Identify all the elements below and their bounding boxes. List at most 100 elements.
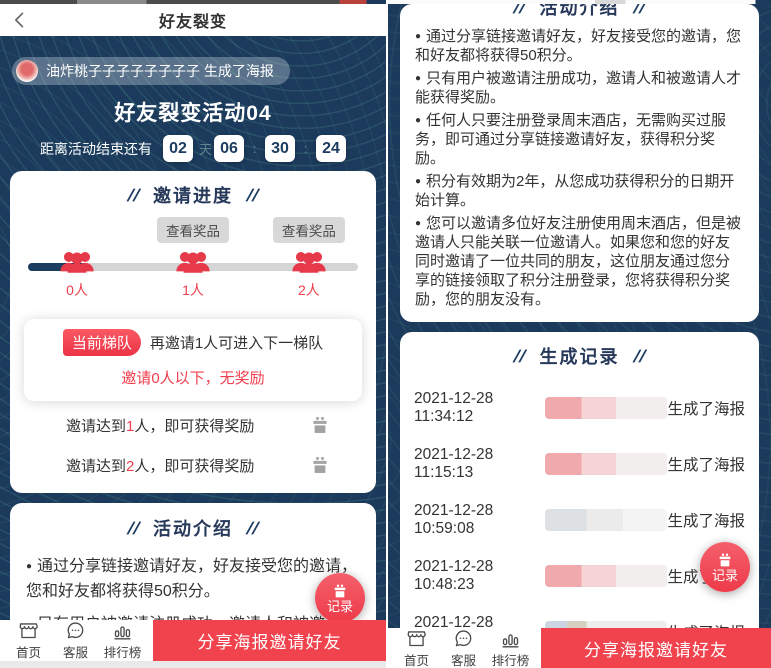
tab-home-label: 首页 bbox=[16, 642, 41, 661]
chevron-left-icon bbox=[10, 10, 30, 30]
intro-bullets: ●通过分享链接邀请好友，好友接受您的邀请，您和好友都将获得50积分。 ●只有用户… bbox=[26, 554, 360, 620]
shop-icon bbox=[406, 628, 427, 649]
tab-ranking-label: 排行榜 bbox=[492, 650, 530, 668]
records-float-label: 记录 bbox=[327, 599, 353, 614]
record-row: 2021-12-28 10:42:46 生成了海报 bbox=[414, 614, 745, 628]
tab-ranking-label: 排行榜 bbox=[104, 642, 142, 661]
chat-bubble-icon bbox=[453, 628, 474, 649]
tab-bar: 首页 客服 排行榜 分享海报邀请好友 bbox=[0, 620, 386, 661]
title-deco-icon: // bbox=[245, 516, 261, 542]
record-row: 2021-12-28 11:15:13 生成了海报 bbox=[414, 446, 745, 482]
card-title-row: // 活动介绍 // bbox=[26, 516, 360, 542]
scroll-area-left: 油炸桃子子子子子子子子 生成了海报 好友裂变活动04 距离活动结束还有 02 天… bbox=[0, 36, 386, 620]
app-bar: 好友裂变 bbox=[0, 4, 386, 36]
people-group-icon bbox=[291, 248, 327, 275]
people-group-icon bbox=[59, 248, 95, 275]
card-title-row: // 生成记录 // bbox=[414, 344, 745, 370]
milestone-label-2: 2人 bbox=[298, 280, 320, 300]
reward-row: 邀请达到1人，即可获得奖励 bbox=[10, 405, 376, 445]
tab-support[interactable]: 客服 bbox=[52, 620, 99, 661]
bar-chart-icon bbox=[500, 628, 521, 649]
tab-home-label: 首页 bbox=[404, 650, 429, 668]
record-time: 2021-12-28 10:59:08 bbox=[414, 502, 545, 538]
tab-home[interactable]: 首页 bbox=[5, 620, 52, 661]
title-deco-icon: // bbox=[245, 183, 261, 209]
records-float-button[interactable]: 记录 bbox=[315, 573, 365, 620]
title-deco-icon: // bbox=[631, 344, 647, 370]
bottom-edge-strip bbox=[0, 661, 386, 668]
tier-row: 当前梯队 再邀请1人可进入下一梯队 bbox=[30, 329, 356, 356]
intro-bullet: ●积分有效期为2年，从您成功获得积分的日期开始计算。 bbox=[415, 172, 744, 210]
intro-bullet: ●任何人只要注册登录周末酒店，无需购买过服务，即可通过分享链接邀请好友，获得积分… bbox=[415, 111, 744, 168]
countdown-sep-days: 天 bbox=[199, 139, 208, 158]
countdown-hours: 06 bbox=[214, 135, 244, 162]
activity-title: 好友裂变活动04 bbox=[0, 97, 386, 127]
milestone-label-1: 1人 bbox=[182, 280, 204, 300]
intro-bullet: ●只有用户被邀请注册成功，邀请人和被邀请人才能获得奖励。 bbox=[415, 69, 744, 107]
intro-bullet: ●通过分享链接邀请好友，好友接受您的邀请，您和好友都将获得50积分。 bbox=[26, 554, 360, 604]
countdown: 距离活动结束还有 02 天 06 : 30 : 24 bbox=[0, 135, 386, 162]
countdown-minutes: 30 bbox=[265, 135, 295, 162]
chat-bubble-icon bbox=[65, 620, 86, 641]
redacted-username bbox=[545, 565, 668, 587]
tab-bar: 首页 客服 排行榜 分享海报邀请好友 bbox=[388, 628, 771, 668]
stage: 好友裂变 油炸桃子子子子子子子子 生成了海报 好友裂变活动04 距离活动结束还有… bbox=[0, 0, 771, 668]
redacted-username bbox=[545, 509, 668, 531]
tab-home[interactable]: 首页 bbox=[393, 628, 440, 668]
view-prize-button-1[interactable]: 查看奖品 bbox=[157, 217, 229, 243]
view-prize-button-2[interactable]: 查看奖品 bbox=[273, 217, 345, 243]
generation-records-card: // 生成记录 // 2021-12-28 11:34:12 生成了海报 202… bbox=[400, 332, 759, 628]
milestone-track: 查看奖品 查看奖品 0人 1人 2 bbox=[32, 217, 354, 307]
notice-text: 油炸桃子子子子子子子子 生成了海报 bbox=[46, 61, 274, 81]
title-deco-icon: // bbox=[631, 4, 647, 21]
records-float-label: 记录 bbox=[712, 568, 738, 583]
avatar bbox=[16, 60, 38, 82]
intro-bullets: ●通过分享链接邀请好友，好友接受您的邀请，您和好友都将获得50积分。 ●只有用户… bbox=[415, 27, 744, 309]
tab-support[interactable]: 客服 bbox=[440, 628, 487, 668]
records-card-title: 生成记录 bbox=[540, 344, 620, 370]
share-poster-button[interactable]: 分享海报邀请好友 bbox=[153, 620, 386, 661]
record-row: 2021-12-28 11:34:12 生成了海报 bbox=[414, 390, 745, 426]
record-time: 2021-12-28 10:48:23 bbox=[414, 558, 545, 594]
tab-ranking[interactable]: 排行榜 bbox=[99, 620, 146, 661]
title-deco-icon: // bbox=[125, 516, 141, 542]
record-row: 2021-12-28 10:48:23 生成了海报 bbox=[414, 558, 745, 594]
milestone-label-0: 0人 bbox=[66, 280, 88, 300]
intro-bullet: ●只有用户被邀请注册成功，邀请人和被邀请人才能获得奖励。 bbox=[26, 612, 360, 620]
tab-support-label: 客服 bbox=[63, 642, 88, 661]
people-group-icon bbox=[175, 248, 211, 275]
activity-intro-card: // 活动介绍 // ●通过分享链接邀请好友，好友接受您的邀请，您和好友都将获得… bbox=[400, 4, 759, 322]
current-tier-badge: 当前梯队 bbox=[63, 329, 141, 356]
title-deco-icon: // bbox=[512, 4, 528, 21]
screen-left: 好友裂变 油炸桃子子子子子子子子 生成了海报 好友裂变活动04 距离活动结束还有… bbox=[0, 0, 386, 668]
reward-text: 邀请达到1人，即可获得奖励 bbox=[66, 415, 254, 436]
marquee-notice: 油炸桃子子子子子子子子 生成了海报 bbox=[12, 57, 290, 85]
bar-chart-icon bbox=[112, 620, 133, 641]
reward-text: 邀请达到2人，即可获得奖励 bbox=[66, 455, 254, 476]
record-action: 生成了海报 bbox=[667, 453, 745, 475]
intro-bullet: ●您可以邀请多位好友注册使用周末酒店，但是被邀请人只能关联一位邀请人。如果您和您… bbox=[415, 214, 744, 309]
title-deco-icon: // bbox=[512, 344, 528, 370]
screen-right: // 活动介绍 // ●通过分享链接邀请好友，好友接受您的邀请，您和好友都将获得… bbox=[386, 0, 771, 668]
countdown-days: 02 bbox=[163, 135, 193, 162]
back-button[interactable] bbox=[10, 10, 30, 30]
reward-row: 邀请达到2人，即可获得奖励 bbox=[10, 445, 376, 485]
records-float-button[interactable]: 记录 bbox=[700, 542, 750, 592]
shop-icon bbox=[18, 620, 39, 641]
record-action: 生成了海报 bbox=[667, 509, 745, 531]
record-time: 2021-12-28 11:15:13 bbox=[414, 446, 545, 482]
countdown-seconds: 24 bbox=[316, 135, 346, 162]
intro-bullet: ●通过分享链接邀请好友，好友接受您的邀请，您和好友都将获得50积分。 bbox=[415, 27, 744, 65]
intro-card-title: 活动介绍 bbox=[540, 4, 620, 21]
record-time: 2021-12-28 10:42:46 bbox=[414, 614, 545, 628]
card-title-row: // 邀请进度 // bbox=[10, 183, 376, 209]
countdown-sep2: : bbox=[301, 141, 310, 156]
card-title-row: // 活动介绍 // bbox=[415, 4, 744, 21]
record-action: 生成了海报 bbox=[667, 621, 745, 628]
share-poster-button[interactable]: 分享海报邀请好友 bbox=[541, 628, 771, 668]
tier-hint-text: 再邀请1人可进入下一梯队 bbox=[150, 332, 323, 353]
invite-progress-card: // 邀请进度 // 查看奖品 查看奖品 bbox=[10, 171, 376, 493]
tab-ranking[interactable]: 排行榜 bbox=[487, 628, 534, 668]
redacted-username bbox=[545, 621, 668, 628]
title-deco-icon: // bbox=[125, 183, 141, 209]
